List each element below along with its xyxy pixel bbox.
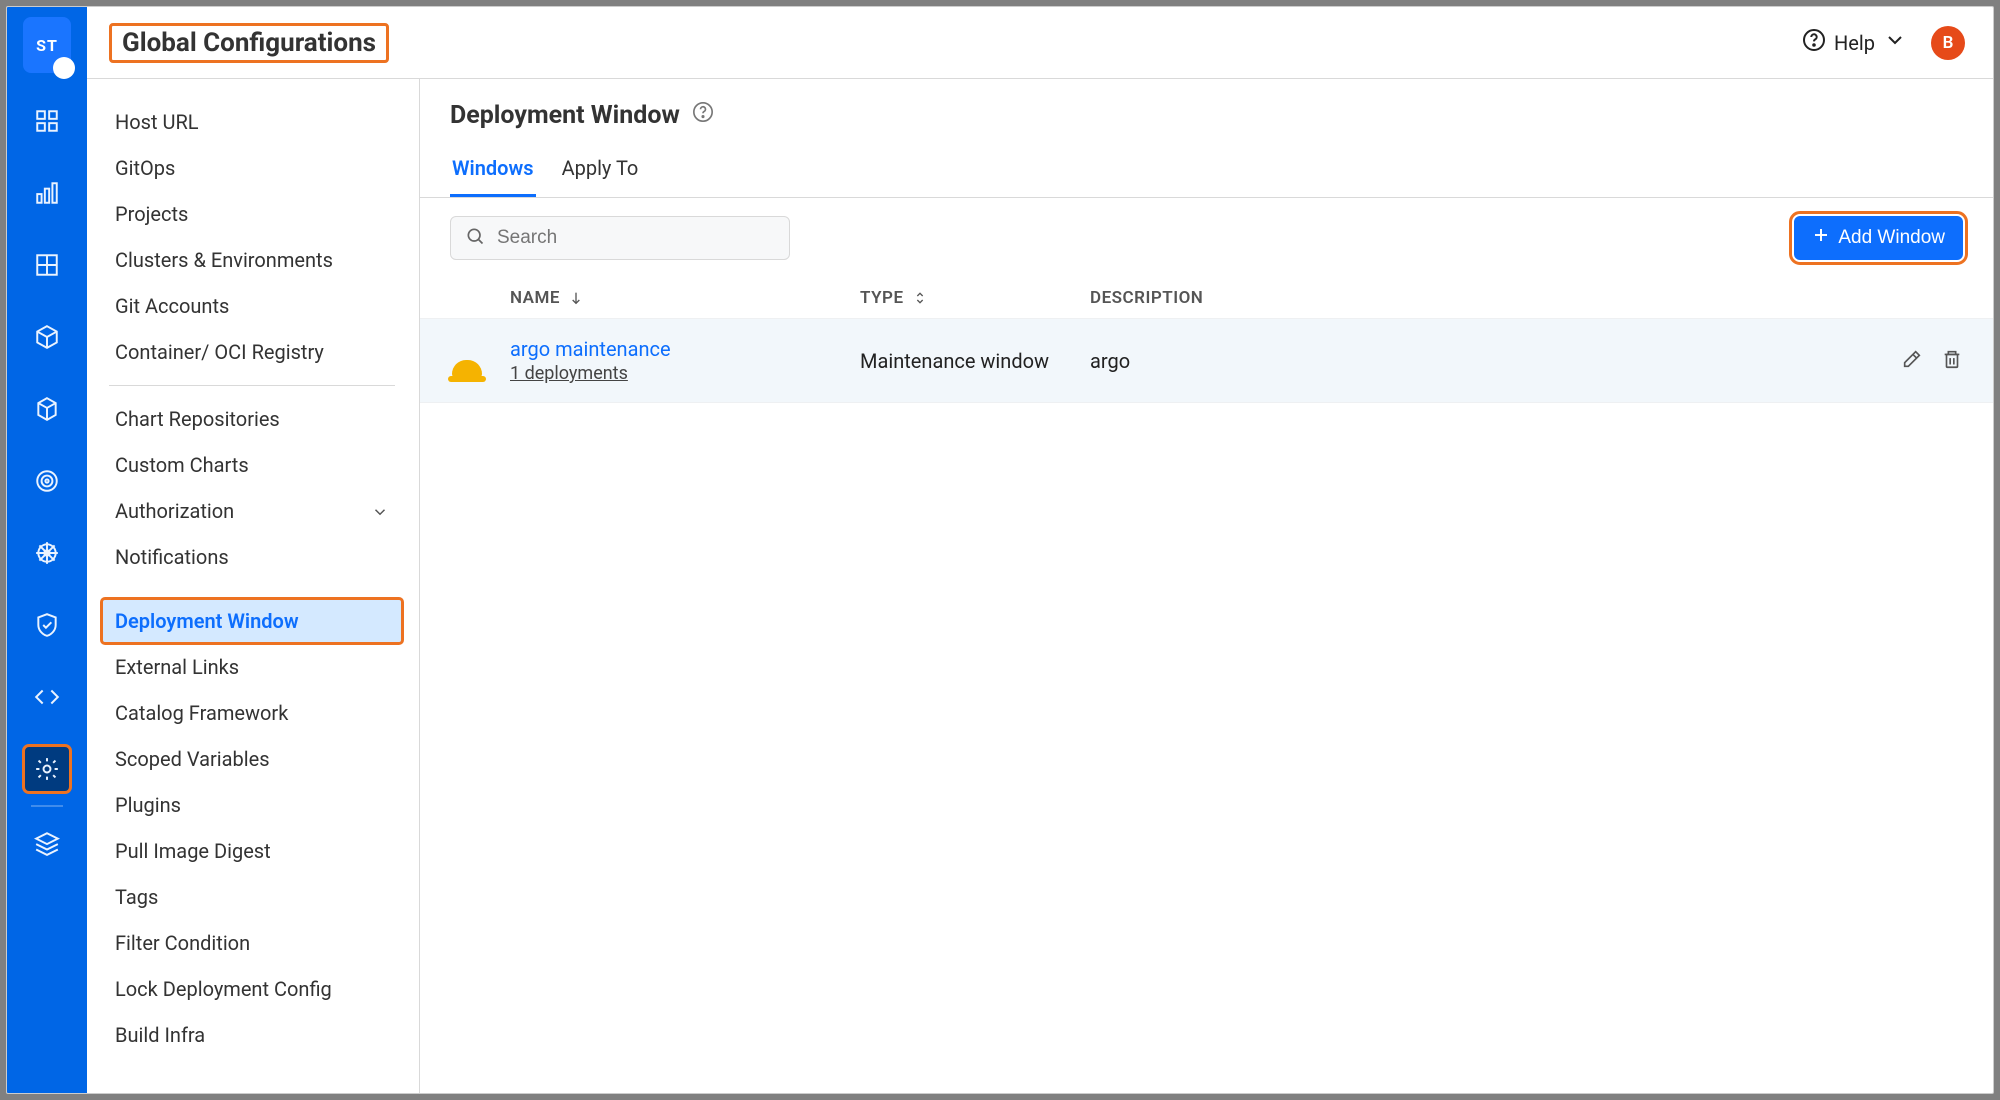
help-label: Help (1834, 31, 1875, 55)
window-deployments-link[interactable]: 1 deployments (510, 363, 860, 384)
search-input[interactable] (495, 226, 775, 250)
nav-git-accounts[interactable]: Git Accounts (101, 283, 403, 329)
chevron-down-icon (1883, 28, 1907, 57)
stack-icon[interactable] (23, 819, 71, 867)
nav-build-infra[interactable]: Build Infra (101, 1012, 403, 1058)
charts-box-icon[interactable] (23, 313, 71, 361)
nav-divider (109, 385, 395, 386)
chevron-down-icon (371, 502, 389, 520)
main-panel: Deployment Window Windows Apply To (420, 79, 1993, 1093)
nav-host-url[interactable]: Host URL (101, 99, 403, 145)
nav-gitops[interactable]: GitOps (101, 145, 403, 191)
apps-bar-icon[interactable] (23, 169, 71, 217)
nav-authorization[interactable]: Authorization (101, 488, 403, 534)
col-name[interactable]: Name (510, 288, 860, 308)
window-type: Maintenance window (860, 349, 1090, 373)
target-icon[interactable] (23, 457, 71, 505)
nav-external-links[interactable]: External Links (101, 644, 403, 690)
nav-filter-condition[interactable]: Filter Condition (101, 920, 403, 966)
jobs-grid-icon[interactable] (23, 241, 71, 289)
nav-pull-image-digest[interactable]: Pull Image Digest (101, 828, 403, 874)
maintenance-icon (450, 344, 484, 378)
shield-check-icon[interactable] (23, 601, 71, 649)
nav-tags[interactable]: Tags (101, 874, 403, 920)
trash-icon[interactable] (1941, 348, 1963, 374)
help-menu[interactable]: Help (1802, 28, 1907, 57)
search-input-wrap[interactable] (450, 216, 790, 260)
nav-notifications[interactable]: Notifications (101, 534, 403, 580)
col-type[interactable]: Type (860, 288, 1090, 308)
topbar: Global Configurations Help B (87, 7, 1993, 79)
sort-down-icon (568, 290, 584, 306)
tab-windows[interactable]: Windows (450, 146, 536, 197)
tab-apply-to[interactable]: Apply To (560, 146, 641, 197)
page-title: Global Configurations (122, 28, 376, 58)
tabs: Windows Apply To (420, 146, 1993, 198)
page-title-highlight: Global Configurations (109, 23, 389, 63)
rail-divider (31, 805, 63, 807)
logo[interactable]: ST (23, 17, 71, 73)
sort-both-icon (912, 290, 928, 306)
settings-nav: Host URL GitOps Projects Clusters & Envi… (87, 79, 420, 1093)
nav-deployment-window[interactable]: Deployment Window (101, 598, 403, 644)
col-description: Description (1090, 288, 1843, 308)
add-window-button[interactable]: Add Window (1794, 216, 1963, 260)
section-title: Deployment Window (450, 101, 680, 130)
nav-plugins[interactable]: Plugins (101, 782, 403, 828)
nav-container-registry[interactable]: Container/ OCI Registry (101, 329, 403, 375)
cube-icon[interactable] (23, 385, 71, 433)
window-name-link[interactable]: argo maintenance (510, 337, 671, 361)
dashboard-grid-icon[interactable] (23, 97, 71, 145)
search-icon (465, 226, 485, 250)
table-row: argo maintenance 1 deployments Maintenan… (420, 318, 1993, 403)
nav-clusters-environments[interactable]: Clusters & Environments (101, 237, 403, 283)
toolbar: Add Window (420, 198, 1993, 278)
nav-projects[interactable]: Projects (101, 191, 403, 237)
add-window-label: Add Window (1838, 227, 1945, 249)
avatar[interactable]: B (1931, 26, 1965, 60)
nav-chart-repositories[interactable]: Chart Repositories (101, 396, 403, 442)
nav-lock-deployment-config[interactable]: Lock Deployment Config (101, 966, 403, 1012)
nav-custom-charts[interactable]: Custom Charts (101, 442, 403, 488)
nav-catalog-framework[interactable]: Catalog Framework (101, 690, 403, 736)
help-circle-icon[interactable] (692, 101, 714, 130)
window-description: argo (1090, 349, 1843, 373)
nav-scoped-variables[interactable]: Scoped Variables (101, 736, 403, 782)
table-header: Name Type Description (420, 278, 1993, 318)
icon-rail: ST (7, 7, 87, 1093)
edit-icon[interactable] (1901, 348, 1923, 374)
ship-wheel-icon[interactable] (23, 529, 71, 577)
plus-icon (1812, 226, 1830, 250)
settings-gear-icon[interactable] (23, 745, 71, 793)
help-circle-icon (1802, 28, 1826, 57)
code-icon[interactable] (23, 673, 71, 721)
